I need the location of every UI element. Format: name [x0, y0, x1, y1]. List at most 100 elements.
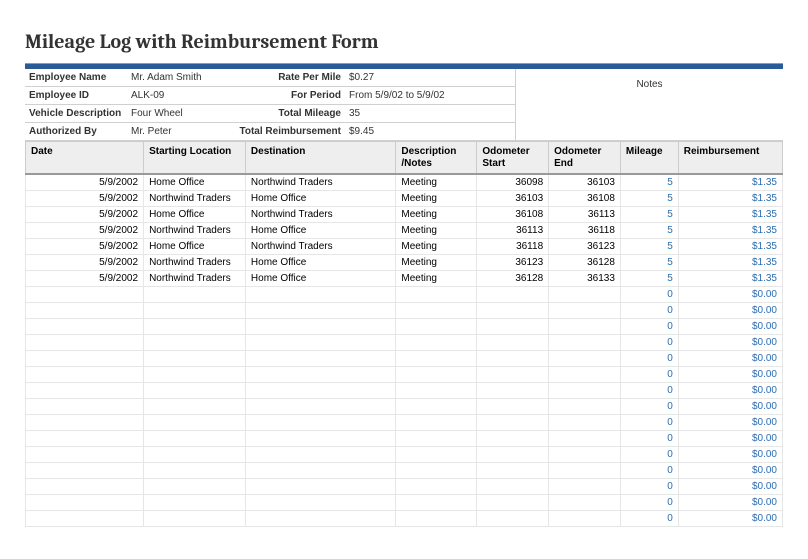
cell: $0.00: [678, 463, 782, 479]
cell: [396, 303, 477, 319]
table-row: 0$0.00: [26, 335, 783, 351]
cell: [245, 415, 395, 431]
cell: [477, 335, 549, 351]
table-row: 0$0.00: [26, 303, 783, 319]
cell: $0.00: [678, 399, 782, 415]
cell: [26, 479, 144, 495]
cell: [477, 351, 549, 367]
treimb-value: $9.45: [345, 123, 515, 141]
cell: $1.35: [678, 207, 782, 223]
cell: [549, 287, 621, 303]
cell: [396, 495, 477, 511]
cell: [144, 367, 246, 383]
emp-id-label: Employee ID: [25, 87, 127, 105]
cell: 36123: [549, 239, 621, 255]
auth-value: Mr. Peter: [127, 123, 215, 141]
cell: 0: [620, 383, 678, 399]
cell: Home Office: [144, 207, 246, 223]
cell: [396, 463, 477, 479]
col-desc: Description /Notes: [396, 142, 477, 175]
cell: [477, 287, 549, 303]
cell: Home Office: [245, 191, 395, 207]
cell: 5: [620, 223, 678, 239]
cell: 0: [620, 431, 678, 447]
cell: [549, 303, 621, 319]
cell: $0.00: [678, 415, 782, 431]
cell: [26, 383, 144, 399]
table-row: 0$0.00: [26, 383, 783, 399]
notes-area: Notes: [515, 69, 783, 141]
cell: $0.00: [678, 319, 782, 335]
cell: [26, 351, 144, 367]
cell: [245, 399, 395, 415]
cell: [245, 479, 395, 495]
cell: [245, 303, 395, 319]
cell: [26, 303, 144, 319]
table-row: 0$0.00: [26, 463, 783, 479]
cell: 36118: [549, 223, 621, 239]
cell: [477, 319, 549, 335]
cell: Northwind Traders: [245, 174, 395, 191]
cell: $0.00: [678, 495, 782, 511]
cell: Meeting: [396, 207, 477, 223]
cell: [549, 511, 621, 527]
cell: 36103: [477, 191, 549, 207]
cell: [245, 511, 395, 527]
cell: 0: [620, 447, 678, 463]
cell: $1.35: [678, 255, 782, 271]
cell: 36123: [477, 255, 549, 271]
cell: [477, 447, 549, 463]
cell: $0.00: [678, 351, 782, 367]
cell: [144, 447, 246, 463]
cell: [549, 479, 621, 495]
rate-value: $0.27: [345, 69, 515, 87]
cell: [144, 351, 246, 367]
cell: [396, 415, 477, 431]
cell: $1.35: [678, 239, 782, 255]
cell: [26, 431, 144, 447]
cell: [245, 383, 395, 399]
cell: [477, 399, 549, 415]
cell: [396, 479, 477, 495]
cell: $0.00: [678, 335, 782, 351]
cell: 36103: [549, 174, 621, 191]
cell: 36108: [549, 191, 621, 207]
cell: [477, 383, 549, 399]
table-row: 0$0.00: [26, 319, 783, 335]
cell: [245, 367, 395, 383]
cell: [144, 399, 246, 415]
col-start: Starting Location: [144, 142, 246, 175]
cell: Meeting: [396, 271, 477, 287]
cell: 5/9/2002: [26, 271, 144, 287]
cell: 0: [620, 399, 678, 415]
vehicle-label: Vehicle Description: [25, 105, 127, 123]
table-row: 5/9/2002Northwind TradersHome OfficeMeet…: [26, 255, 783, 271]
cell: $0.00: [678, 511, 782, 527]
cell: [549, 415, 621, 431]
cell: [477, 511, 549, 527]
cell: 0: [620, 463, 678, 479]
cell: [144, 431, 246, 447]
treimb-label: Total Reimbursement: [215, 123, 345, 141]
table-row: 5/9/2002Home OfficeNorthwind TradersMeet…: [26, 207, 783, 223]
info-panel: Employee Name Mr. Adam Smith Rate Per Mi…: [25, 69, 783, 141]
cell: $1.35: [678, 223, 782, 239]
col-ostart: Odometer Start: [477, 142, 549, 175]
cell: Northwind Traders: [144, 255, 246, 271]
table-row: 0$0.00: [26, 351, 783, 367]
cell: [26, 335, 144, 351]
period-value: From 5/9/02 to 5/9/02: [345, 87, 515, 105]
cell: [245, 287, 395, 303]
cell: [477, 479, 549, 495]
cell: 5/9/2002: [26, 239, 144, 255]
table-row: 0$0.00: [26, 367, 783, 383]
table-row: 5/9/2002Northwind TradersHome OfficeMeet…: [26, 191, 783, 207]
cell: Meeting: [396, 223, 477, 239]
cell: [144, 415, 246, 431]
cell: [477, 495, 549, 511]
cell: [144, 335, 246, 351]
cell: Northwind Traders: [144, 271, 246, 287]
cell: Meeting: [396, 239, 477, 255]
cell: [549, 383, 621, 399]
cell: [549, 351, 621, 367]
